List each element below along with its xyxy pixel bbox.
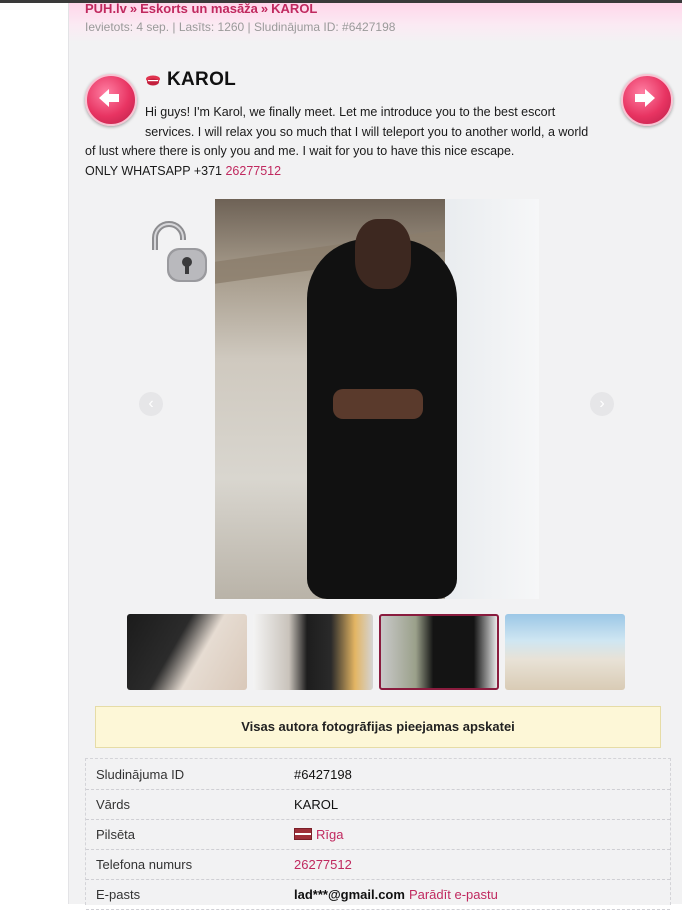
unlocked-padlock-icon bbox=[152, 221, 207, 282]
detail-label: Sludinājuma ID bbox=[96, 767, 185, 782]
gallery-thumbnail[interactable] bbox=[505, 614, 625, 690]
gallery-prev-button[interactable]: ‹ bbox=[139, 392, 163, 416]
detail-label: Pilsēta bbox=[96, 827, 136, 842]
breadcrumb-category-link[interactable]: Eskorts un masāža bbox=[140, 1, 258, 16]
chevron-left-icon: ‹ bbox=[148, 395, 154, 412]
latvia-flag-icon bbox=[294, 828, 312, 840]
masked-email: lad***@gmail.com bbox=[294, 887, 405, 902]
gallery-thumbnails bbox=[127, 614, 627, 692]
detail-value: KAROL bbox=[294, 797, 339, 812]
left-gutter bbox=[0, 3, 68, 904]
details-row: E-pasts lad***@gmail.com Parādīt e-pastu bbox=[86, 879, 670, 910]
phone-number-link[interactable]: 26277512 bbox=[294, 857, 352, 872]
listing-title: KAROL bbox=[167, 69, 237, 90]
gallery-thumbnail[interactable] bbox=[127, 614, 247, 690]
listing-title-row: KAROL bbox=[145, 69, 236, 91]
detail-label: Telefona numurs bbox=[96, 857, 193, 872]
gallery-thumbnail[interactable] bbox=[253, 614, 373, 690]
city-name: Rīga bbox=[316, 827, 344, 842]
details-row: Telefona numurs 26277512 bbox=[86, 849, 670, 880]
whatsapp-label: ONLY WHATSAPP +371 bbox=[85, 163, 222, 178]
breadcrumb-site-link[interactable]: PUH.lv bbox=[85, 1, 127, 16]
detail-label: Vārds bbox=[96, 797, 130, 812]
breadcrumb-separator: » bbox=[260, 1, 269, 16]
description-line: services. I will relax you so much that … bbox=[145, 124, 589, 139]
description-line: of lust where there is only you and me. … bbox=[85, 144, 515, 158]
listing-page: PUH.lv» Eskorts un masāža» KAROL Ievietots… bbox=[68, 1, 682, 910]
details-row: Vārds KAROL bbox=[86, 789, 670, 820]
details-row: Pilsēta Rīga bbox=[86, 819, 670, 850]
breadcrumb: PUH.lv» Eskorts un masāža» KAROL bbox=[85, 1, 317, 16]
main-gallery-photo[interactable] bbox=[215, 199, 539, 599]
arrow-right-icon bbox=[635, 89, 655, 107]
listing-meta: Ievietots: 4 sep. | Lasīts: 1260 | Sludi… bbox=[85, 20, 396, 34]
whatsapp-phone-link[interactable]: 26277512 bbox=[225, 164, 281, 178]
detail-value: #6427198 bbox=[294, 767, 352, 782]
gallery-thumbnail-selected[interactable] bbox=[379, 614, 499, 690]
lips-icon bbox=[146, 75, 160, 85]
listing-description: Hi guys! I'm Karol, we finally meet. Let… bbox=[85, 103, 605, 181]
details-table: Sludinājuma ID #6427198 Vārds KAROL Pils… bbox=[85, 758, 671, 910]
chevron-right-icon: › bbox=[599, 395, 605, 412]
breadcrumb-separator: » bbox=[129, 1, 138, 16]
detail-label: E-pasts bbox=[96, 887, 141, 902]
next-listing-button[interactable] bbox=[621, 74, 673, 126]
email-value-group: lad***@gmail.com Parādīt e-pastu bbox=[294, 887, 498, 902]
gallery-next-button[interactable]: › bbox=[590, 392, 614, 416]
show-email-link[interactable]: Parādīt e-pastu bbox=[409, 887, 498, 902]
details-row: Sludinājuma ID #6427198 bbox=[86, 759, 670, 790]
description-line: Hi guys! I'm Karol, we finally meet. Let… bbox=[145, 105, 556, 119]
photos-notice: Visas autora fotogrāfijas pieejamas apsk… bbox=[95, 706, 661, 748]
city-link[interactable]: Rīga bbox=[294, 827, 343, 842]
breadcrumb-current-link[interactable]: KAROL bbox=[271, 1, 317, 16]
